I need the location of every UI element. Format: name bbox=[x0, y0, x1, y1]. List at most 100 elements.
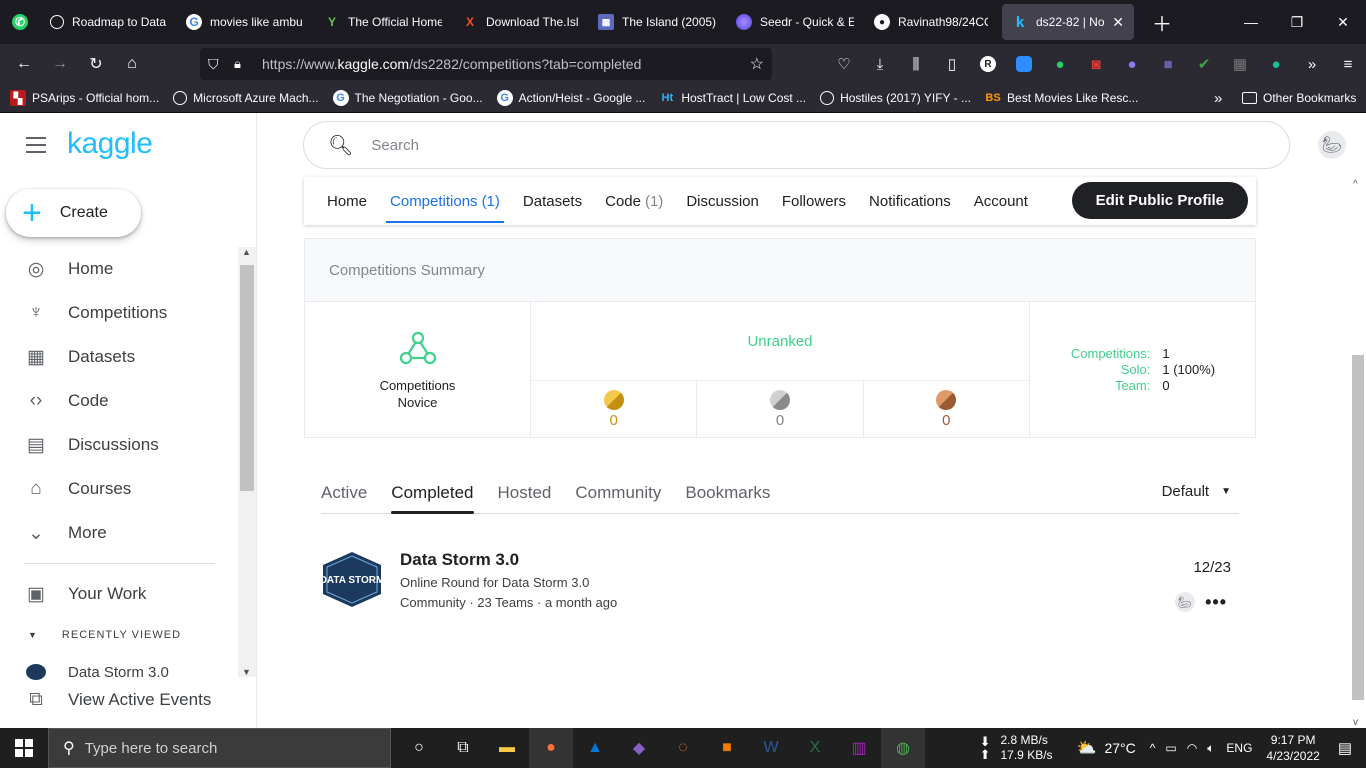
browser-tab[interactable]: X Download The.Isl bbox=[452, 0, 588, 44]
sidebar-scrollbar[interactable]: ▲ ▼ bbox=[238, 247, 256, 677]
scroll-thumb[interactable] bbox=[240, 265, 254, 491]
edit-public-profile-button[interactable]: Edit Public Profile bbox=[1071, 182, 1248, 219]
lock-icon[interactable]: 🔒︎ bbox=[234, 56, 241, 72]
sidebar-item-home[interactable]: ◎ Home bbox=[24, 257, 114, 281]
kaggle-logo[interactable]: kaggle bbox=[67, 127, 153, 161]
browser-tab[interactable]: Seedr - Quick & E bbox=[726, 0, 864, 44]
tab-competitions[interactable]: Competitions (1) bbox=[386, 177, 504, 225]
sidebar-item-more[interactable]: ⌄ More bbox=[24, 521, 107, 545]
camera-icon[interactable]: ◙ bbox=[1078, 56, 1114, 73]
r-extension-icon[interactable]: R bbox=[970, 56, 1006, 72]
bookmarks-overflow-icon[interactable]: » bbox=[1214, 90, 1222, 107]
sidebar-item-competitions[interactable]: ♆ Competitions bbox=[24, 301, 167, 325]
scroll-down-icon[interactable]: v bbox=[1353, 717, 1358, 728]
bookmark-item[interactable]: Ht HostTract | Low Cost ... bbox=[659, 90, 807, 106]
menu-icon[interactable]: ≡ bbox=[1330, 56, 1366, 73]
weather-icon[interactable]: ⛅ bbox=[1077, 738, 1097, 758]
cortana-icon[interactable]: ○ bbox=[397, 728, 441, 768]
tab-code[interactable]: Code (1) bbox=[605, 177, 663, 225]
browser-tab[interactable]: G movies like ambu bbox=[176, 0, 314, 44]
recent-item-data-storm[interactable]: Data Storm 3.0 bbox=[24, 660, 169, 684]
azure-icon[interactable]: ▲ bbox=[573, 728, 617, 768]
browser-tab[interactable]: Roadmap to Data bbox=[40, 0, 176, 44]
browser-tab-whatsapp[interactable]: ✆ bbox=[0, 0, 40, 44]
task-view-icon[interactable]: ⧉ bbox=[441, 728, 485, 768]
bookmark-item[interactable]: G The Negotiation - Goo... bbox=[332, 90, 483, 106]
jupyter-icon[interactable]: ◌ bbox=[661, 728, 705, 768]
new-tab-button[interactable]: ＋ bbox=[1138, 0, 1186, 44]
browser-tab[interactable]: ▦ The Island (2005) bbox=[588, 0, 726, 44]
check-icon[interactable]: ✔ bbox=[1186, 55, 1222, 73]
other-bookmarks[interactable]: Other Bookmarks bbox=[1242, 91, 1356, 105]
browser-tab-active[interactable]: k ds22-82 | Novic ✕ bbox=[1002, 4, 1134, 40]
word-icon[interactable]: W bbox=[749, 728, 793, 768]
reload-icon[interactable]: ↻ bbox=[78, 48, 114, 80]
sidebar-item-courses[interactable]: ⌂ Courses bbox=[24, 477, 131, 501]
tab-discussion[interactable]: Discussion bbox=[686, 177, 759, 225]
windows-start-icon[interactable] bbox=[0, 728, 48, 768]
close-icon[interactable]: ✕ bbox=[1112, 14, 1124, 31]
view-active-events-button[interactable]: ⧉ View Active Events bbox=[24, 688, 211, 712]
star-icon[interactable]: ☆ bbox=[750, 54, 764, 74]
shield-icon[interactable]: ⛉ bbox=[208, 56, 219, 73]
restore-icon[interactable]: ❐ bbox=[1274, 0, 1320, 44]
sidebar-item-datasets[interactable]: ▦ Datasets bbox=[24, 345, 135, 369]
search-input[interactable]: 🔍︎ Search bbox=[303, 121, 1290, 169]
sidebar-item-discussions[interactable]: ▤ Discussions bbox=[24, 433, 159, 457]
sidebar-item-code[interactable]: ‹› Code bbox=[24, 389, 109, 413]
tab-notifications[interactable]: Notifications bbox=[869, 177, 951, 225]
teams-icon[interactable]: ■ bbox=[1150, 56, 1186, 73]
grammarly-icon[interactable]: ● bbox=[1258, 56, 1294, 73]
bookmark-item[interactable]: Hostiles (2017) YIFY - ... bbox=[820, 91, 971, 105]
subtab-bookmarks[interactable]: Bookmarks bbox=[685, 470, 770, 513]
main-scrollbar[interactable]: ^ v bbox=[1350, 175, 1366, 728]
tab-followers[interactable]: Followers bbox=[782, 177, 846, 225]
grid-icon[interactable]: ▦ bbox=[1222, 55, 1258, 73]
download-icon[interactable]: ⤓ bbox=[862, 56, 898, 73]
subtab-completed[interactable]: Completed bbox=[391, 470, 474, 514]
tab-home[interactable]: Home bbox=[327, 177, 367, 225]
zoom-icon[interactable] bbox=[1006, 56, 1042, 72]
winrar-icon[interactable]: ▥ bbox=[837, 728, 881, 768]
bookmark-item[interactable]: BS Best Movies Like Resc... bbox=[985, 90, 1138, 106]
firefox-icon[interactable]: ● bbox=[529, 728, 573, 768]
browser-tab[interactable]: ● Ravinath98/24CO bbox=[864, 0, 998, 44]
scroll-up-icon[interactable]: ^ bbox=[1353, 179, 1358, 190]
gom-icon[interactable]: ■ bbox=[705, 728, 749, 768]
more-options-icon[interactable]: ••• bbox=[1205, 592, 1227, 613]
browser-tab[interactable]: Y The Official Home bbox=[314, 0, 452, 44]
bookmark-item[interactable]: G Action/Heist - Google ... bbox=[496, 90, 645, 106]
subtab-hosted[interactable]: Hosted bbox=[498, 470, 552, 513]
back-icon[interactable]: ← bbox=[6, 48, 42, 80]
visual-studio-icon[interactable]: ◆ bbox=[617, 728, 661, 768]
bookmark-item[interactable]: Microsoft Azure Mach... bbox=[173, 91, 319, 105]
clock[interactable]: 9:17 PM 4/23/2022 bbox=[1266, 732, 1319, 764]
wifi-icon[interactable]: ◠ bbox=[1187, 741, 1197, 755]
tab-account[interactable]: Account bbox=[974, 177, 1028, 225]
scroll-thumb[interactable] bbox=[1352, 355, 1364, 700]
subtab-community[interactable]: Community bbox=[575, 470, 661, 513]
language-indicator[interactable]: ENG bbox=[1226, 741, 1252, 755]
whatsapp-icon[interactable]: ● bbox=[1042, 56, 1078, 73]
minimize-icon[interactable]: — bbox=[1228, 0, 1274, 44]
recently-viewed-header[interactable]: ▼ RECENTLY VIEWED bbox=[28, 629, 181, 641]
close-window-icon[interactable]: ✕ bbox=[1320, 0, 1366, 44]
globe-app-icon[interactable]: ◍ bbox=[881, 728, 925, 768]
create-button[interactable]: + Create bbox=[6, 189, 141, 237]
avatar[interactable]: 🦢︎ bbox=[1318, 131, 1346, 159]
forward-icon[interactable]: → bbox=[42, 48, 78, 80]
competition-list-item[interactable]: DATA STORM Data Storm 3.0 Online Round f… bbox=[321, 548, 1239, 614]
url-text[interactable]: https://www.kaggle.com/ds2282/competitio… bbox=[262, 56, 641, 72]
temperature[interactable]: 27°C bbox=[1104, 740, 1135, 756]
competition-title[interactable]: Data Storm 3.0 bbox=[400, 550, 519, 570]
excel-icon[interactable]: X bbox=[793, 728, 837, 768]
bookmark-item[interactable]: ▚ PSArips - Official hom... bbox=[10, 90, 159, 106]
sort-select[interactable]: Default ▼ bbox=[1162, 483, 1231, 500]
file-explorer-icon[interactable]: ▬ bbox=[485, 728, 529, 768]
taskbar-search-input[interactable]: ⚲ Type here to search bbox=[48, 728, 391, 768]
battery-icon[interactable]: ▭ bbox=[1165, 741, 1176, 755]
tab-datasets[interactable]: Datasets bbox=[523, 177, 582, 225]
sidebar-item-your-work[interactable]: ▣ Your Work bbox=[24, 582, 146, 606]
seedr-icon[interactable]: ● bbox=[1114, 56, 1150, 73]
overflow-icon[interactable]: » bbox=[1294, 56, 1330, 73]
